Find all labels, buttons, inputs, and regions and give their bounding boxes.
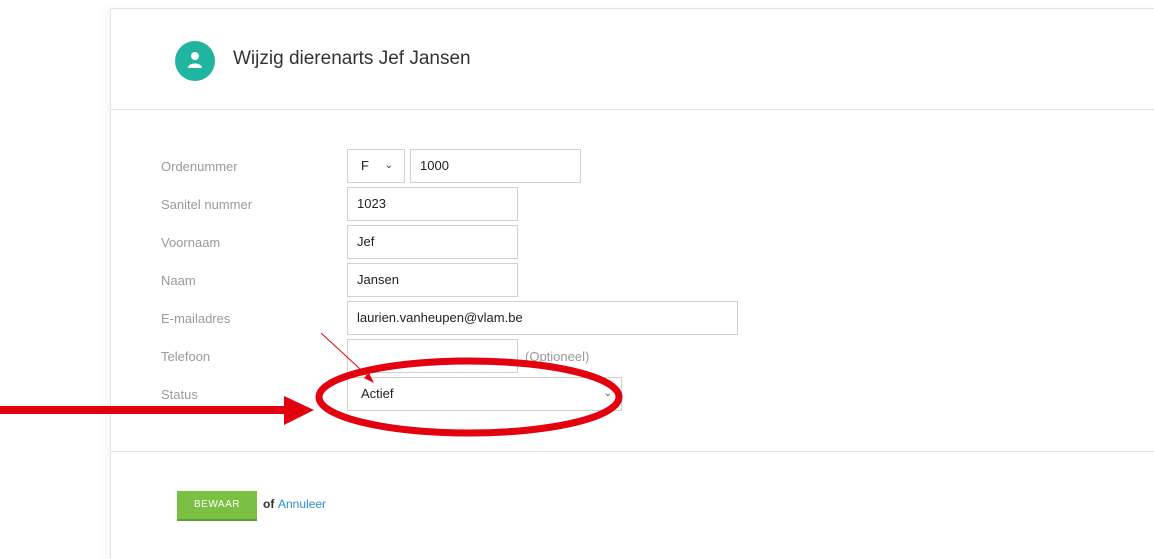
status-select[interactable]: Actief ⌄ xyxy=(347,377,622,411)
or-text: of xyxy=(263,497,275,511)
footer-divider xyxy=(111,451,1154,452)
page-title: Wijzig dierenarts Jef Jansen xyxy=(233,48,471,69)
card-header: Wijzig dierenarts Jef Jansen xyxy=(111,9,1154,110)
sanitel-input[interactable]: 1023 xyxy=(347,187,518,221)
telefoon-optional-hint: (Optioneel) xyxy=(525,349,590,364)
telefoon-label: Telefoon xyxy=(161,349,211,364)
naam-label: Naam xyxy=(161,273,196,288)
ordenummer-label: Ordenummer xyxy=(161,159,238,174)
telefoon-input[interactable] xyxy=(347,339,518,373)
status-label: Status xyxy=(161,387,198,402)
edit-vet-card: Wijzig dierenarts Jef Jansen Ordenummer … xyxy=(110,8,1154,559)
left-gutter xyxy=(0,0,110,559)
user-avatar xyxy=(175,41,215,81)
status-selected-value: Actief xyxy=(361,386,394,401)
email-input[interactable]: laurien.vanheupen@vlam.be xyxy=(347,301,738,335)
sanitel-label: Sanitel nummer xyxy=(161,197,253,212)
voornaam-label: Voornaam xyxy=(161,235,221,250)
voornaam-input[interactable]: Jef xyxy=(347,225,518,259)
email-label: E-mailadres xyxy=(161,311,231,326)
save-button[interactable]: BEWAAR xyxy=(177,491,257,521)
user-icon xyxy=(188,52,202,68)
page: Wijzig dierenarts Jef Jansen Ordenummer … xyxy=(0,0,1154,559)
chevron-down-icon: ⌄ xyxy=(603,388,612,399)
ordenummer-input[interactable]: 1000 xyxy=(410,149,581,183)
chevron-down-icon: ⌄ xyxy=(384,160,393,171)
ordenummer-prefix-value: F xyxy=(361,158,369,173)
naam-input[interactable]: Jansen xyxy=(347,263,518,297)
cancel-link[interactable]: Annuleer xyxy=(278,497,326,511)
ordenummer-prefix-select[interactable]: F ⌄ xyxy=(347,149,405,183)
